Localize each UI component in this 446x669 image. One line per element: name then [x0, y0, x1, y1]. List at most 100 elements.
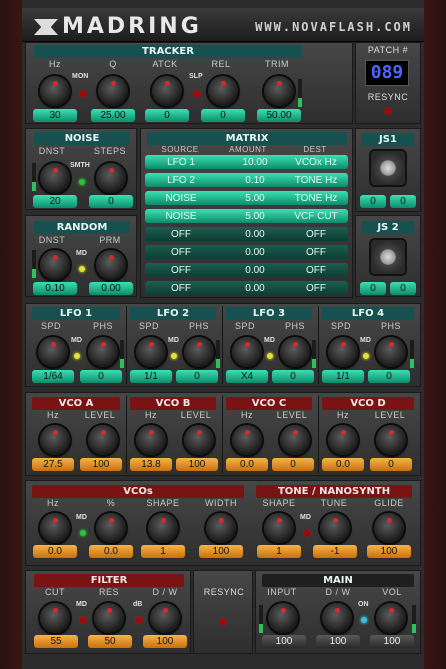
main-dw-knob[interactable]: [322, 603, 352, 633]
vco-d-hz-knob[interactable]: [328, 425, 358, 455]
main-input-value[interactable]: 100: [262, 635, 306, 648]
random-dnst-value[interactable]: 0.10: [33, 282, 77, 295]
main-vol-value[interactable]: 100: [370, 635, 414, 648]
vco-d-hz-value[interactable]: 0.0: [322, 458, 364, 471]
matrix-row-8-amount[interactable]: 0.00: [222, 282, 288, 295]
tracker-slp-led[interactable]: [194, 91, 200, 97]
js2-joystick[interactable]: [371, 240, 405, 274]
lfo1-md-led[interactable]: [74, 353, 80, 359]
tracker-trim-knob[interactable]: [264, 76, 294, 106]
vcos-width-knob[interactable]: [206, 513, 236, 543]
matrix-row-3-dest[interactable]: TONE Hz: [283, 192, 349, 205]
matrix-row-5-source[interactable]: OFF: [148, 228, 214, 241]
vco-b-hz-knob[interactable]: [136, 425, 166, 455]
lfo4-phs-knob[interactable]: [376, 337, 406, 367]
random-prm-knob[interactable]: [96, 250, 126, 280]
lfo2-spd-knob[interactable]: [136, 337, 166, 367]
filter-cut-knob[interactable]: [40, 603, 70, 633]
vco-a-hz-knob[interactable]: [40, 425, 70, 455]
vco-c-level-knob[interactable]: [280, 425, 310, 455]
lfo2-md-led[interactable]: [171, 353, 177, 359]
lfo1-spd-value[interactable]: 1/64: [32, 370, 74, 383]
lfo1-phs-knob[interactable]: [88, 337, 118, 367]
main-input-knob[interactable]: [268, 603, 298, 633]
main-vol-knob[interactable]: [376, 603, 406, 633]
patch-number-display[interactable]: 089: [365, 60, 409, 86]
js1-y-value[interactable]: 0: [390, 195, 416, 208]
patch-resync-led[interactable]: [385, 108, 391, 114]
tracker-rel-value[interactable]: 0: [201, 109, 245, 122]
lfo3-spd-value[interactable]: X4: [226, 370, 268, 383]
filter-cut-value[interactable]: 55: [34, 635, 78, 648]
vcos-md-led[interactable]: [80, 530, 86, 536]
vcos-pct-value[interactable]: 0.0: [89, 545, 133, 558]
tracker-q-value[interactable]: 25.00: [91, 109, 135, 122]
matrix-row-6-amount[interactable]: 0.00: [222, 246, 288, 259]
random-prm-value[interactable]: 0.00: [89, 282, 133, 295]
filter-dw-knob[interactable]: [150, 603, 180, 633]
matrix-row-4-dest[interactable]: VCF CUT: [283, 210, 349, 223]
filter-db-led[interactable]: [136, 617, 142, 623]
vcos-width-value[interactable]: 100: [199, 545, 243, 558]
lfo3-spd-knob[interactable]: [232, 337, 262, 367]
matrix-row-5-amount[interactable]: 0.00: [222, 228, 288, 241]
tracker-q-knob[interactable]: [98, 76, 128, 106]
tracker-trim-value[interactable]: 50.00: [257, 109, 301, 122]
matrix-row-4-amount[interactable]: 5.00: [222, 210, 288, 223]
matrix-row-2-dest[interactable]: TONE Hz: [283, 174, 349, 187]
matrix-row-1-amount[interactable]: 10.00: [222, 156, 288, 169]
tone-tune-value[interactable]: -1: [313, 545, 357, 558]
tracker-hz-knob[interactable]: [40, 76, 70, 106]
matrix-row-5-dest[interactable]: OFF: [283, 228, 349, 241]
noise-smth-led[interactable]: [79, 179, 85, 185]
lfo4-phs-value[interactable]: 0: [368, 370, 410, 383]
matrix-row-2-amount[interactable]: 0.10: [222, 174, 288, 187]
filter-res-knob[interactable]: [94, 603, 124, 633]
random-md-led[interactable]: [79, 266, 85, 272]
main-dw-value[interactable]: 100: [316, 635, 360, 648]
filter-dw-value[interactable]: 100: [143, 635, 187, 648]
vco-b-level-knob[interactable]: [184, 425, 214, 455]
vco-d-level-knob[interactable]: [376, 425, 406, 455]
matrix-row-1-dest[interactable]: VCOx Hz: [283, 156, 349, 169]
vco-c-level-value[interactable]: 0: [272, 458, 314, 471]
tone-md-led[interactable]: [304, 530, 310, 536]
lfo2-phs-value[interactable]: 0: [176, 370, 218, 383]
random-dnst-knob[interactable]: [40, 250, 70, 280]
lfo2-spd-value[interactable]: 1/1: [130, 370, 172, 383]
noise-dnst-knob[interactable]: [40, 163, 70, 193]
js2-x-value[interactable]: 0: [360, 282, 386, 295]
matrix-row-6-dest[interactable]: OFF: [283, 246, 349, 259]
lfo4-md-led[interactable]: [363, 353, 369, 359]
matrix-row-2-source[interactable]: LFO 2: [148, 174, 214, 187]
vcos-hz-knob[interactable]: [40, 513, 70, 543]
matrix-row-8-source[interactable]: OFF: [148, 282, 214, 295]
lfo1-spd-knob[interactable]: [38, 337, 68, 367]
filter-md-led[interactable]: [80, 617, 86, 623]
js2-y-value[interactable]: 0: [390, 282, 416, 295]
tracker-atck-value[interactable]: 0: [145, 109, 189, 122]
vco-a-level-value[interactable]: 100: [80, 458, 122, 471]
matrix-row-7-source[interactable]: OFF: [148, 264, 214, 277]
noise-dnst-value[interactable]: 20: [33, 195, 77, 208]
tracker-mon-led[interactable]: [80, 91, 86, 97]
matrix-row-8-dest[interactable]: OFF: [283, 282, 349, 295]
vco-a-hz-value[interactable]: 27.5: [32, 458, 74, 471]
lfo3-phs-value[interactable]: 0: [272, 370, 314, 383]
tone-glide-value[interactable]: 100: [367, 545, 411, 558]
matrix-row-6-source[interactable]: OFF: [148, 246, 214, 259]
js1-x-value[interactable]: 0: [360, 195, 386, 208]
lfo1-phs-value[interactable]: 0: [80, 370, 122, 383]
main-on-led[interactable]: [361, 617, 367, 623]
tone-shape-value[interactable]: 1: [257, 545, 301, 558]
tracker-rel-knob[interactable]: [208, 76, 238, 106]
tracker-hz-value[interactable]: 30: [33, 109, 77, 122]
vcos-shape-value[interactable]: 1: [141, 545, 185, 558]
resync-led[interactable]: [220, 619, 226, 625]
vcos-pct-knob[interactable]: [96, 513, 126, 543]
tracker-atck-knob[interactable]: [152, 76, 182, 106]
vco-b-hz-value[interactable]: 13.8: [130, 458, 172, 471]
matrix-row-3-source[interactable]: NOISE: [148, 192, 214, 205]
vco-d-level-value[interactable]: 0: [370, 458, 412, 471]
vco-b-level-value[interactable]: 100: [176, 458, 218, 471]
